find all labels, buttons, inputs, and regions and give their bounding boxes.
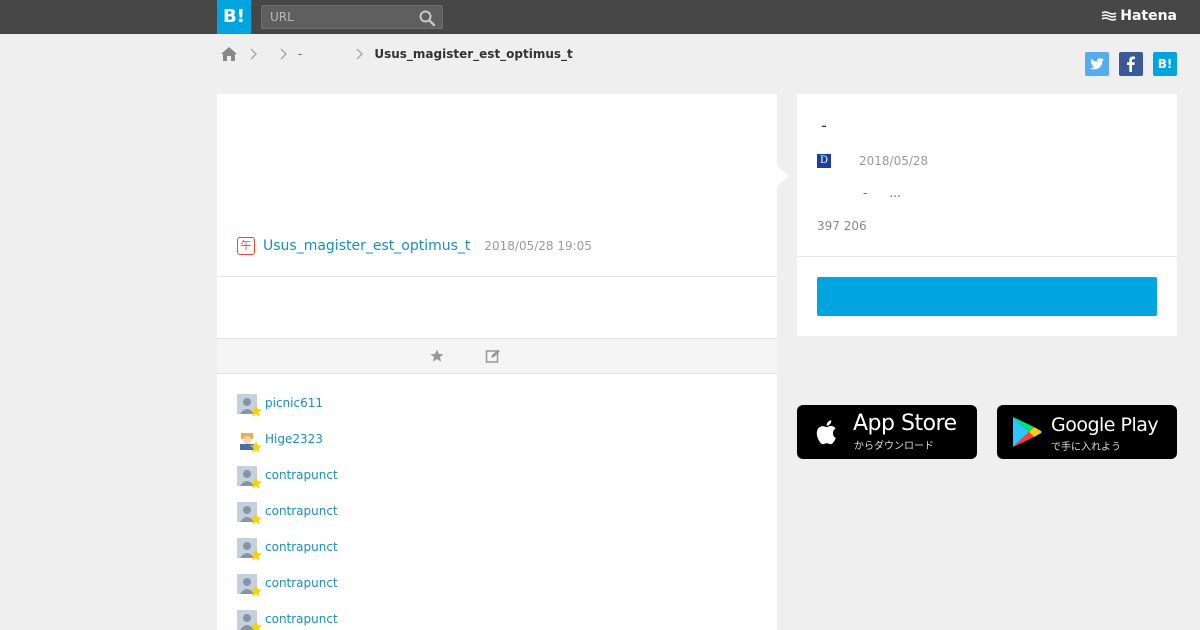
list-item: picnic611	[237, 394, 338, 430]
star-user-link[interactable]: contrapunct	[265, 574, 338, 592]
side-desc-ellipsis: ...	[889, 186, 901, 200]
side-date: 2018/05/28	[859, 154, 929, 168]
entry-user-link[interactable]: Usus_magister_est_optimus_t	[263, 238, 470, 254]
hatena-bookmark-logo[interactable]: B!	[217, 0, 251, 34]
star-user-link[interactable]: contrapunct	[265, 538, 338, 556]
facebook-icon	[1127, 56, 1135, 72]
avatar[interactable]	[237, 538, 263, 561]
facebook-share-button[interactable]	[1119, 52, 1143, 76]
avatar[interactable]	[237, 394, 263, 417]
chevron-right-icon	[280, 48, 288, 60]
star-user-link[interactable]: contrapunct	[265, 466, 338, 484]
list-item: contrapunct	[237, 538, 338, 574]
brand-label: Hatena	[1120, 8, 1177, 24]
search-icon[interactable]	[418, 9, 436, 27]
star-user-link[interactable]: Hige2323	[265, 430, 323, 448]
chevron-right-icon	[356, 48, 364, 60]
star-icon	[249, 620, 263, 630]
star-user-link[interactable]: contrapunct	[265, 502, 338, 520]
google-play-subtitle: で手に入れよう	[1051, 442, 1121, 453]
side-counts: 397 206	[817, 219, 867, 233]
twitter-share-button[interactable]	[1085, 52, 1109, 76]
list-item: contrapunct	[237, 610, 338, 630]
star-icon	[249, 512, 263, 525]
divider	[217, 276, 777, 277]
list-item: contrapunct	[237, 466, 338, 502]
star-user-link[interactable]: contrapunct	[265, 610, 338, 628]
bookmark-button[interactable]	[817, 277, 1157, 316]
diary-icon: D	[817, 154, 831, 168]
divider	[797, 256, 1177, 257]
app-store-badge[interactable]: App Store からダウンロード	[797, 405, 977, 459]
search-box	[261, 5, 443, 29]
hatena-bookmark-share-button[interactable]: B!	[1153, 52, 1177, 76]
avatar[interactable]	[237, 574, 263, 597]
breadcrumb: - Usus_magister_est_optimus_t	[220, 44, 573, 64]
entry-header: 午 Usus_magister_est_optimus_t 2018/05/28…	[237, 236, 592, 256]
avatar[interactable]	[237, 430, 263, 453]
star-icon[interactable]	[429, 348, 445, 364]
apple-icon	[816, 420, 836, 445]
side-title[interactable]: -	[821, 116, 827, 135]
app-store-title: App Store	[853, 411, 957, 436]
side-desc-dash: -	[863, 186, 868, 200]
list-item: contrapunct	[237, 502, 338, 538]
entry-timestamp: 2018/05/28 19:05	[484, 239, 592, 253]
star-icon	[249, 440, 263, 453]
hatena-brand[interactable]: Hatena	[1101, 8, 1177, 24]
star-user-link[interactable]: picnic611	[265, 394, 323, 412]
side-panel-pointer	[777, 166, 789, 186]
main-panel: 午 Usus_magister_est_optimus_t 2018/05/28…	[217, 94, 777, 630]
side-description: -...	[863, 186, 923, 200]
star-icon	[249, 404, 263, 417]
list-item: Hige2323	[237, 430, 338, 466]
star-icon	[249, 584, 263, 597]
side-panel: - D 2018/05/28 -... 397 206	[797, 94, 1177, 336]
star-icon	[249, 548, 263, 561]
avatar[interactable]	[237, 502, 263, 525]
home-icon[interactable]	[220, 45, 238, 63]
top-bar: B! Hatena	[0, 0, 1200, 34]
chevron-right-icon	[250, 48, 258, 60]
google-play-icon	[1013, 417, 1042, 447]
google-play-badge[interactable]: Google Play で手に入れよう	[997, 405, 1177, 459]
side-meta: D 2018/05/28	[817, 154, 928, 168]
list-item: contrapunct	[237, 574, 338, 610]
user-icon[interactable]: 午	[237, 237, 255, 255]
search-input[interactable]	[262, 6, 412, 28]
hatena-mark-icon	[1101, 11, 1117, 21]
edit-icon[interactable]	[485, 348, 501, 364]
twitter-icon	[1090, 58, 1104, 70]
action-bar	[217, 338, 777, 374]
star-icon	[249, 476, 263, 489]
avatar[interactable]	[237, 466, 263, 489]
avatar[interactable]	[237, 610, 263, 630]
google-play-title: Google Play	[1051, 414, 1159, 436]
breadcrumb-current: Usus_magister_est_optimus_t	[374, 47, 573, 61]
breadcrumb-item[interactable]: -	[298, 47, 302, 61]
star-list: picnic611 Hige2323 contrapunct contrapun…	[237, 394, 338, 630]
app-store-subtitle: からダウンロード	[854, 441, 934, 452]
